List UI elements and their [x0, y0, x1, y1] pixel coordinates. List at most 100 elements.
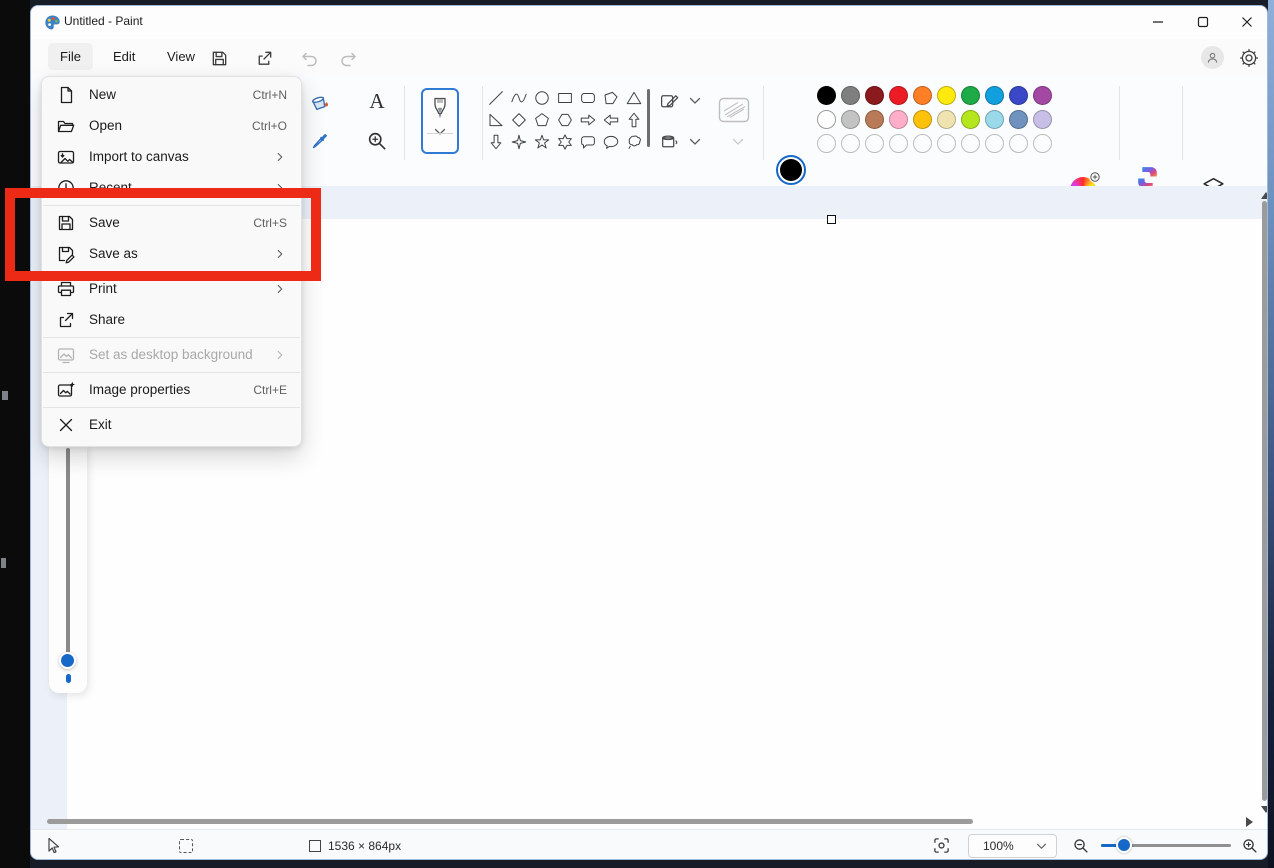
shape-oval[interactable]	[530, 87, 553, 109]
share-quick-button[interactable]	[252, 46, 276, 70]
zoom-level-dropdown[interactable]: 100%	[968, 834, 1057, 858]
horizontal-scrollbar[interactable]	[47, 819, 973, 824]
menubar-item-edit[interactable]: Edit	[101, 43, 147, 70]
palette-swatch-empty[interactable]	[1033, 134, 1052, 153]
palette-swatch-empty[interactable]	[961, 134, 980, 153]
shape-polygon[interactable]	[599, 87, 622, 109]
menubar-item-file[interactable]: File	[48, 43, 93, 70]
menubar-item-view[interactable]: View	[155, 43, 207, 70]
shape-rectangle[interactable]	[553, 87, 576, 109]
shape-arrow-left[interactable]	[599, 109, 622, 131]
shape-outline-button[interactable]	[657, 88, 681, 112]
palette-swatch-000000[interactable]	[817, 86, 836, 105]
shape-star-five[interactable]	[530, 131, 553, 153]
menu-item-share[interactable]: Share	[42, 304, 301, 335]
shape-curve[interactable]	[507, 87, 530, 109]
palette-swatch-ec1c24[interactable]	[889, 86, 908, 105]
palette-swatch-1faa48[interactable]	[961, 86, 980, 105]
palette-swatch-8b1a1d[interactable]	[865, 86, 884, 105]
maximize-button[interactable]	[1181, 6, 1225, 38]
palette-swatch-empty[interactable]	[841, 134, 860, 153]
palette-swatch-ffffff[interactable]	[817, 110, 836, 129]
palette-swatch-empty[interactable]	[1009, 134, 1028, 153]
menu-item-import-to-canvas[interactable]: Import to canvas	[42, 141, 301, 172]
fill-tool-button[interactable]	[307, 89, 331, 113]
shape-diamond[interactable]	[507, 109, 530, 131]
palette-swatch-b5e61d[interactable]	[961, 110, 980, 129]
undo-button[interactable]	[297, 46, 321, 70]
menu-item-image-properties[interactable]: Image propertiesCtrl+E	[42, 374, 301, 405]
shape-speech-round[interactable]	[576, 131, 599, 153]
desktop-right-strip	[1268, 0, 1274, 868]
text-tool-button[interactable]: A	[365, 89, 389, 113]
palette-swatch-empty[interactable]	[817, 134, 836, 153]
shape-right-triangle[interactable]	[484, 109, 507, 131]
slider-thumb[interactable]	[59, 652, 76, 669]
shape-hexagon[interactable]	[553, 109, 576, 131]
close-button[interactable]	[1225, 6, 1268, 38]
scroll-right-arrow[interactable]	[1246, 817, 1253, 827]
account-button[interactable]	[1200, 45, 1224, 69]
palette-swatch-a349a4[interactable]	[1033, 86, 1052, 105]
zoom-slider-thumb[interactable]	[1116, 837, 1132, 853]
shape-pentagon[interactable]	[530, 109, 553, 131]
shape-arrow-right[interactable]	[576, 109, 599, 131]
brushes-button[interactable]	[421, 88, 459, 154]
palette-swatch-empty[interactable]	[865, 134, 884, 153]
palette-swatch-c8bfe7[interactable]	[1033, 110, 1052, 129]
palette-swatch-ff7f27[interactable]	[913, 86, 932, 105]
palette-swatch-empty[interactable]	[985, 134, 1004, 153]
shape-star-four[interactable]	[507, 131, 530, 153]
shapes-scrollbar[interactable]	[647, 89, 650, 147]
menu-item-new[interactable]: NewCtrl+N	[42, 79, 301, 110]
palette-swatch-fec20c[interactable]	[913, 110, 932, 129]
menu-item-label: New	[89, 87, 253, 102]
palette-swatch-empty[interactable]	[937, 134, 956, 153]
palette-swatch-7092be[interactable]	[1009, 110, 1028, 129]
colour1-selector[interactable]	[776, 155, 806, 185]
palette-swatch-ffaec9[interactable]	[889, 110, 908, 129]
fit-to-screen-button[interactable]	[933, 830, 950, 860]
shape-speech-oval[interactable]	[599, 131, 622, 153]
shape-star-six[interactable]	[553, 131, 576, 153]
shape-heart[interactable]	[484, 153, 507, 154]
palette-swatch-fde90c[interactable]	[937, 86, 956, 105]
chevron-down-icon[interactable]	[689, 138, 701, 146]
canvas-resize-handle[interactable]	[827, 215, 836, 224]
shape-rounded-rectangle[interactable]	[576, 87, 599, 109]
zoom-out-button[interactable]	[1072, 830, 1090, 860]
scroll-down-arrow[interactable]	[1261, 806, 1268, 813]
menu-item-exit[interactable]: Exit	[42, 409, 301, 440]
palette-swatch-b97a57[interactable]	[865, 110, 884, 129]
shape-lightning[interactable]	[507, 153, 530, 154]
palette-swatch-empty[interactable]	[913, 134, 932, 153]
minimize-button[interactable]	[1136, 6, 1180, 38]
shape-speech-cloud[interactable]	[622, 131, 645, 153]
vertical-scrollbar[interactable]	[1262, 201, 1267, 801]
palette-swatch-efe4b0[interactable]	[937, 110, 956, 129]
palette-swatch-99d9ea[interactable]	[985, 110, 1004, 129]
save-quick-button[interactable]	[207, 46, 231, 70]
shape-arrow-up[interactable]	[622, 109, 645, 131]
menu-item-open[interactable]: OpenCtrl+O	[42, 110, 301, 141]
eyedropper-tool-button[interactable]	[307, 129, 331, 153]
magnifier-tool-button[interactable]	[365, 129, 389, 153]
shape-triangle[interactable]	[622, 87, 645, 109]
shape-line[interactable]	[484, 87, 507, 109]
palette-swatch-empty[interactable]	[889, 134, 908, 153]
scroll-up-arrow[interactable]	[1261, 192, 1268, 199]
shape-arrow-down[interactable]	[484, 131, 507, 153]
palette-swatch-3a48c8[interactable]	[1009, 86, 1028, 105]
redo-button[interactable]	[337, 46, 361, 70]
palette-swatch-c3c3c3[interactable]	[841, 110, 860, 129]
new-file-icon	[56, 85, 76, 105]
palette-swatch-129fdd[interactable]	[985, 86, 1004, 105]
settings-button[interactable]	[1237, 46, 1261, 70]
chevron-down-icon[interactable]	[689, 97, 701, 105]
magnifier-plus-icon	[366, 130, 388, 152]
zoom-in-button[interactable]	[1241, 830, 1259, 860]
shape-fill-button[interactable]	[657, 129, 681, 153]
palette-swatch-7f7f7f[interactable]	[841, 86, 860, 105]
fill-bucket-icon	[308, 90, 331, 113]
import-image-icon	[56, 147, 76, 167]
